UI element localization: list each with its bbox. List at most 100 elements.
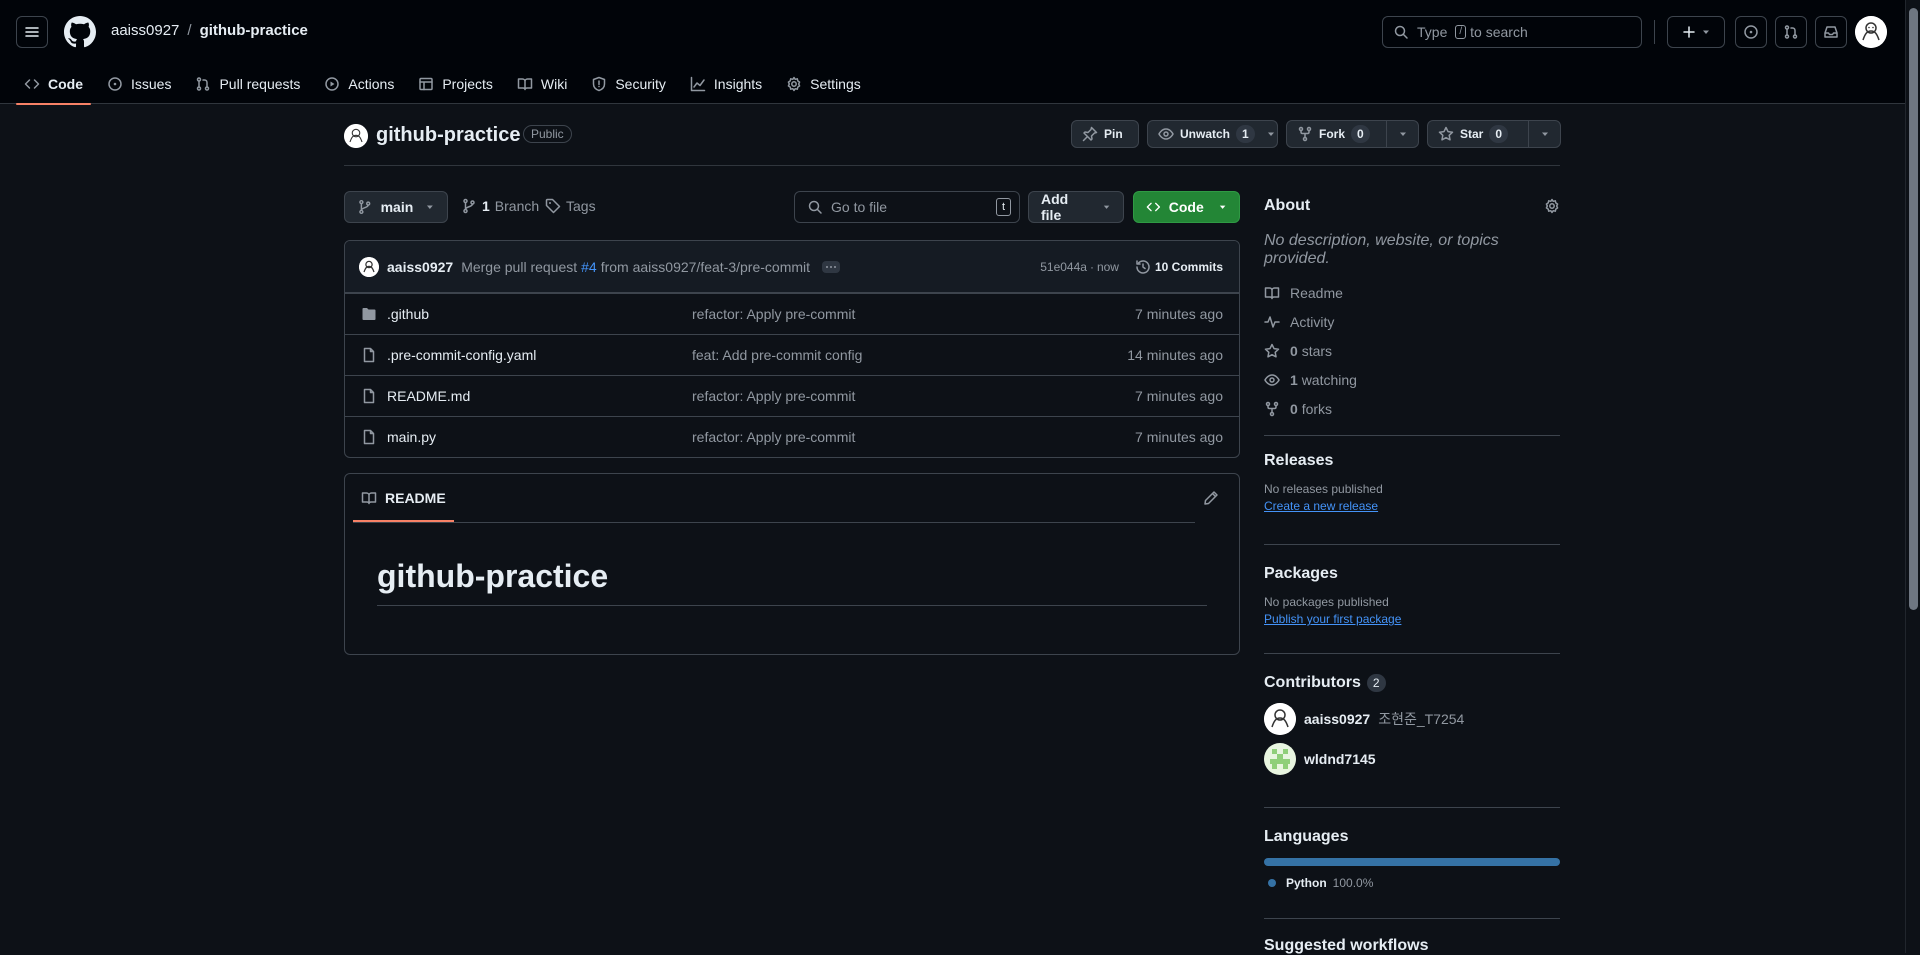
contributor-avatar[interactable] — [1264, 743, 1296, 775]
commit-author-avatar[interactable] — [359, 256, 379, 277]
add-file-button[interactable]: Add file — [1028, 191, 1124, 223]
file-commit-message[interactable]: refactor: Apply pre-commit — [692, 306, 1135, 322]
file-row[interactable]: README.md refactor: Apply pre-commit 7 m… — [345, 375, 1239, 416]
file-name[interactable]: README.md — [387, 388, 470, 404]
readme-tab[interactable]: README — [353, 474, 454, 522]
inbox-button[interactable] — [1815, 16, 1847, 48]
header-divider — [1654, 20, 1655, 44]
about-description: No description, website, or topics provi… — [1264, 232, 1499, 267]
language-item[interactable]: Python 100.0% — [1264, 876, 1560, 890]
branches-link[interactable]: 1 Branch — [461, 198, 539, 214]
file-name[interactable]: .github — [387, 306, 429, 322]
issues-button[interactable] — [1735, 16, 1767, 48]
gear-icon[interactable] — [1544, 198, 1560, 214]
repo-owner-avatar[interactable] — [344, 124, 368, 148]
go-to-file-shortcut: t — [995, 198, 1011, 216]
file-name[interactable]: main.py — [387, 429, 436, 445]
fork-icon — [1298, 126, 1312, 142]
shield-icon — [593, 76, 606, 92]
forks-link[interactable]: 0 forks — [1264, 394, 1560, 423]
branch-icon — [359, 199, 371, 215]
publish-package-link[interactable]: Publish your first package — [1264, 612, 1560, 626]
latest-commit-bar: aaiss0927 Merge pull request #4 from aai… — [345, 241, 1239, 293]
file-row[interactable]: .pre-commit-config.yaml feat: Add pre-co… — [345, 334, 1239, 375]
tab-insights[interactable]: Insights — [682, 64, 770, 104]
tab-settings[interactable]: Settings — [778, 64, 869, 104]
contributor-avatar[interactable] — [1264, 703, 1296, 735]
contributor-login[interactable]: wldnd7145 — [1304, 751, 1376, 767]
tab-issues[interactable]: Issues — [99, 64, 179, 104]
page-scrollbar[interactable] — [1905, 0, 1920, 953]
file-row[interactable]: main.py refactor: Apply pre-commit 7 min… — [345, 416, 1239, 457]
contributors-section: Contributors 2 aaiss0927 조현준_T7254 wldnd… — [1264, 653, 1560, 807]
tab-pull-requests[interactable]: Pull requests — [187, 64, 308, 104]
watchers-link[interactable]: 1 watching — [1264, 365, 1560, 394]
tab-actions[interactable]: Actions — [316, 64, 402, 104]
commit-author[interactable]: aaiss0927 — [387, 259, 453, 275]
tags-link[interactable]: Tags — [545, 198, 596, 214]
unwatch-button[interactable]: Unwatch 1 — [1147, 120, 1278, 148]
issue-icon — [1744, 25, 1758, 39]
commit-message-start[interactable]: Merge pull request — [461, 259, 577, 275]
contributor-name: 조현준_T7254 — [1378, 711, 1465, 727]
commit-time: now — [1096, 259, 1119, 274]
readme-link[interactable]: Readme — [1264, 278, 1560, 307]
code-dropdown-button[interactable]: Code — [1133, 191, 1240, 223]
contributor-login[interactable]: aaiss0927 — [1304, 711, 1370, 727]
fork-dropdown[interactable] — [1386, 121, 1418, 147]
watch-dropdown[interactable] — [1265, 121, 1277, 147]
repo-name[interactable]: github-practice — [376, 124, 520, 147]
user-avatar[interactable] — [1855, 16, 1887, 48]
commit-pr-link[interactable]: #4 — [581, 259, 597, 275]
tab-security[interactable]: Security — [583, 64, 674, 104]
star-button[interactable]: Star 0 — [1427, 120, 1561, 148]
expand-commit-button[interactable] — [822, 260, 841, 273]
unwatch-label: Unwatch — [1180, 127, 1231, 141]
file-commit-message[interactable]: feat: Add pre-commit config — [692, 347, 1127, 363]
releases-title[interactable]: Releases — [1264, 452, 1560, 470]
stars-link[interactable]: 0 stars — [1264, 336, 1560, 365]
fork-button[interactable]: Fork 0 — [1286, 120, 1419, 148]
pull-requests-button[interactable] — [1775, 16, 1807, 48]
languages-section: Languages Python 100.0% — [1264, 807, 1560, 918]
contributor-item[interactable]: aaiss0927 조현준_T7254 — [1264, 703, 1560, 735]
tab-code[interactable]: Code — [16, 64, 91, 105]
branch-count: 1 — [482, 198, 490, 214]
commit-sha[interactable]: 51e044a — [1040, 260, 1087, 274]
tags-label: Tags — [566, 198, 596, 214]
commit-dot: · — [1089, 259, 1094, 274]
repo-link[interactable]: github-practice — [200, 22, 308, 39]
contributors-title[interactable]: Contributors — [1264, 674, 1361, 692]
star-dropdown[interactable] — [1528, 121, 1560, 147]
commit-message-end[interactable]: from aaiss0927/feat-3/pre-commit — [601, 259, 810, 275]
go-to-file-input[interactable]: Go to file t — [794, 191, 1020, 223]
menu-button[interactable] — [16, 16, 48, 48]
github-logo-icon[interactable] — [64, 16, 96, 48]
file-commit-message[interactable]: refactor: Apply pre-commit — [692, 429, 1135, 445]
pin-button[interactable]: Pin — [1071, 120, 1139, 148]
tag-icon — [545, 198, 561, 214]
file-commit-message[interactable]: refactor: Apply pre-commit — [692, 388, 1135, 404]
edit-readme-button[interactable] — [1203, 490, 1219, 506]
tab-projects[interactable]: Projects — [410, 64, 501, 104]
scrollbar-thumb[interactable] — [1909, 8, 1918, 610]
code-label: Code — [1168, 199, 1204, 215]
owner-link[interactable]: aaiss0927 — [111, 22, 179, 39]
packages-title[interactable]: Packages — [1264, 565, 1560, 583]
create-release-link[interactable]: Create a new release — [1264, 499, 1560, 513]
tab-pull-requests-label: Pull requests — [219, 76, 301, 92]
releases-section: Releases No releases published Create a … — [1264, 435, 1560, 544]
branch-selector[interactable]: main — [344, 191, 448, 223]
contributor-item[interactable]: wldnd7145 — [1264, 743, 1560, 775]
search-input[interactable]: Type / to search — [1382, 16, 1642, 48]
languages-title: Languages — [1264, 828, 1349, 845]
gear-icon — [787, 76, 801, 92]
create-new-button[interactable] — [1667, 16, 1725, 48]
tab-wiki[interactable]: Wiki — [509, 64, 575, 104]
activity-link[interactable]: Activity — [1264, 307, 1560, 336]
file-name[interactable]: .pre-commit-config.yaml — [387, 347, 536, 363]
file-date: 14 minutes ago — [1127, 347, 1223, 363]
file-row[interactable]: .github refactor: Apply pre-commit 7 min… — [345, 293, 1239, 334]
tab-actions-label: Actions — [348, 76, 395, 92]
commits-history-link[interactable]: 10 Commits — [1135, 259, 1223, 275]
